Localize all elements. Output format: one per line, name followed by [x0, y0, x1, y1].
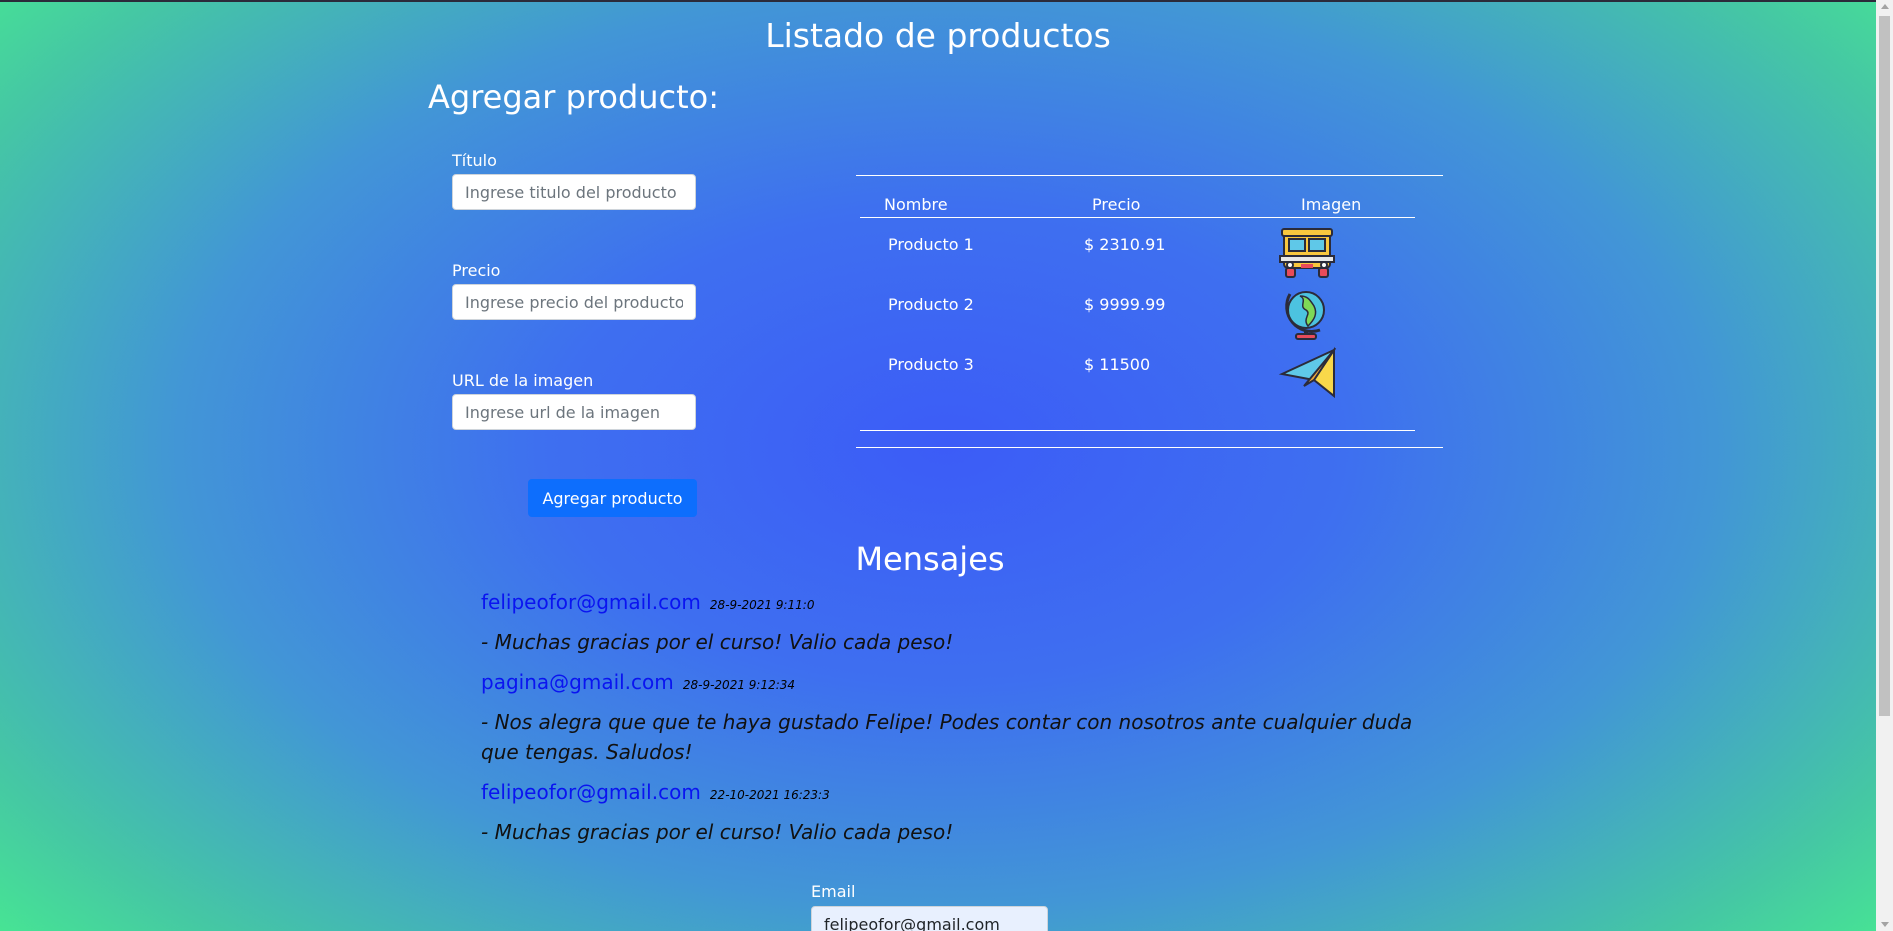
message-author: felipeofor@gmail.com	[481, 780, 701, 804]
message-header: felipeofor@gmail.com 22-10-2021 16:23:3	[481, 780, 830, 804]
message-date: 28-9-2021 9:12:34	[682, 678, 796, 692]
product-name: Producto 1	[888, 235, 974, 254]
products-table: Nombre Precio Imagen Producto 1 $ 2310.9…	[856, 175, 1443, 448]
bus-icon	[1279, 228, 1335, 278]
page-title: Listado de productos	[765, 16, 1111, 55]
paper-plane-icon	[1278, 346, 1336, 399]
table-row: Producto 3 $ 11500	[860, 346, 1415, 415]
product-name: Producto 3	[888, 355, 974, 374]
messages-heading: Mensajes	[855, 540, 1005, 578]
column-header-image: Imagen	[1301, 195, 1362, 214]
column-header-price: Precio	[1092, 195, 1141, 214]
message-date: 22-10-2021 16:23:3	[709, 788, 830, 802]
image-url-label: URL de la imagen	[452, 371, 594, 390]
message-author: felipeofor@gmail.com	[481, 590, 701, 614]
vertical-scrollbar[interactable]	[1876, 0, 1893, 931]
window-top-border	[0, 0, 1893, 2]
price-label: Precio	[452, 261, 501, 280]
title-label: Título	[452, 151, 497, 170]
products-table-body: Nombre Precio Imagen Producto 1 $ 2310.9…	[860, 176, 1415, 431]
message-date: 28-9-2021 9:11:0	[709, 598, 815, 612]
message-text: - Muchas gracias por el curso! Valio cad…	[481, 820, 954, 844]
scroll-down-arrow-icon[interactable]	[1881, 922, 1889, 927]
scroll-up-arrow-icon[interactable]	[1881, 4, 1889, 9]
title-input[interactable]	[452, 174, 696, 210]
email-label: Email	[811, 882, 856, 901]
add-product-button[interactable]: Agregar producto	[528, 479, 697, 517]
product-price: $ 11500	[1084, 355, 1151, 374]
product-price: $ 9999.99	[1084, 295, 1166, 314]
message-text: - Muchas gracias por el curso! Valio cad…	[481, 630, 954, 654]
product-price: $ 2310.91	[1084, 235, 1166, 254]
globe-icon	[1285, 291, 1325, 340]
table-header-row: Nombre Precio Imagen	[860, 193, 1415, 218]
message-text: - Nos alegra que que te haya gustado Fel…	[481, 710, 1413, 764]
message-header: felipeofor@gmail.com 28-9-2021 9:11:0	[481, 590, 814, 614]
image-url-input[interactable]	[452, 394, 696, 430]
add-product-heading: Agregar producto:	[428, 78, 720, 116]
message-header: pagina@gmail.com 28-9-2021 9:12:34	[481, 670, 795, 694]
email-input[interactable]	[811, 906, 1048, 931]
scrollbar-thumb[interactable]	[1879, 16, 1890, 716]
message-author: pagina@gmail.com	[481, 670, 674, 694]
price-input[interactable]	[452, 284, 696, 320]
column-header-name: Nombre	[884, 195, 948, 214]
product-name: Producto 2	[888, 295, 974, 314]
